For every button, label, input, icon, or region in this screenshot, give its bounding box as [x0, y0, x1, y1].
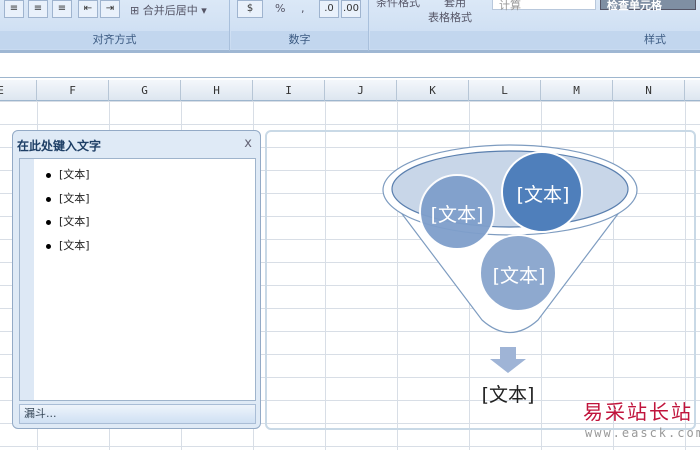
- list-item-text: [文本]: [59, 192, 90, 205]
- watermark-url: www.easck.com: [585, 426, 700, 440]
- down-arrow-icon: [490, 347, 526, 373]
- watermark-name: 易采站长站: [583, 400, 693, 424]
- list-strip: [20, 159, 34, 400]
- list-item[interactable]: [文本]: [46, 166, 90, 182]
- circle-left-text[interactable]: [文本]: [420, 200, 494, 227]
- layout-name-link[interactable]: 漏斗...: [19, 404, 256, 424]
- close-icon[interactable]: x: [244, 136, 252, 151]
- list-item[interactable]: [文本]: [46, 190, 90, 206]
- circle-bottom-text[interactable]: [文本]: [481, 261, 557, 288]
- list-item-text: [文本]: [59, 168, 90, 181]
- text-pane: 在此处键入文字 x [文本] [文本] [文本] [文本] 漏斗...: [12, 130, 261, 429]
- list-item-text: [文本]: [59, 215, 90, 228]
- text-pane-list[interactable]: [文本] [文本] [文本] [文本]: [19, 158, 256, 401]
- list-item[interactable]: [文本]: [46, 237, 90, 253]
- list-item[interactable]: [文本]: [46, 213, 90, 229]
- list-item-text: [文本]: [59, 239, 90, 252]
- result-text[interactable]: [文本]: [468, 380, 548, 407]
- text-pane-title: 在此处键入文字: [17, 139, 102, 153]
- circle-right-text[interactable]: [文本]: [505, 180, 581, 207]
